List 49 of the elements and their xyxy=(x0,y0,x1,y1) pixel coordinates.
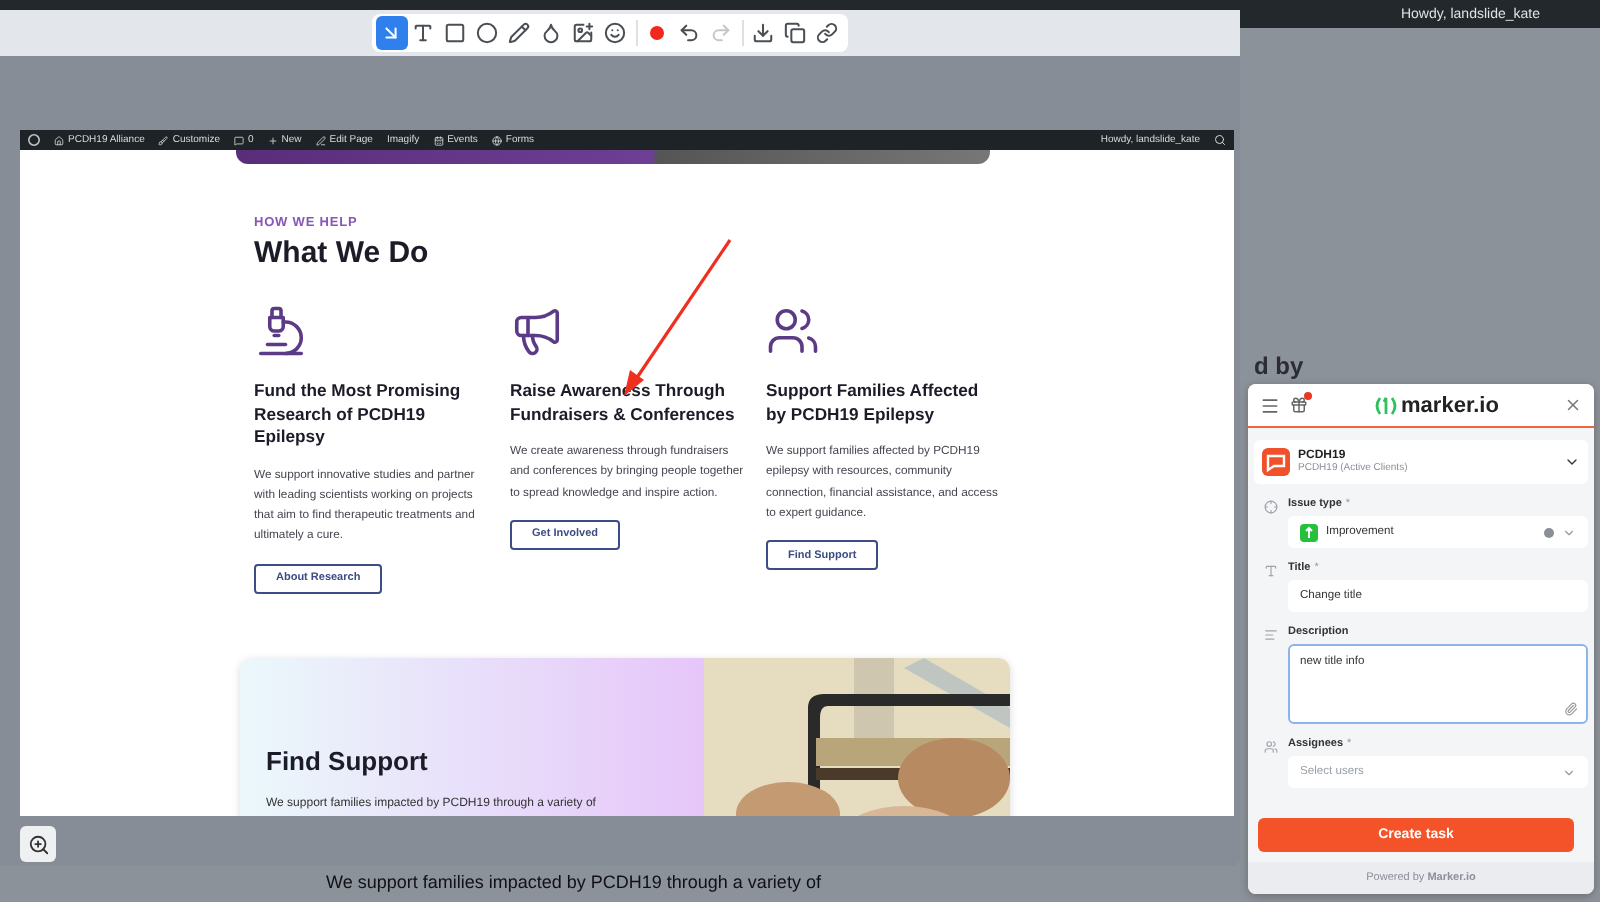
zoom-icon xyxy=(27,833,49,855)
globe-icon xyxy=(491,135,502,145)
plus-icon xyxy=(267,135,278,145)
zoom-button[interactable] xyxy=(20,826,56,862)
people-icon xyxy=(766,304,820,358)
house-icon xyxy=(54,135,64,145)
feature-title: Fund the Most Promising Research of PCDH19 Epilepsy xyxy=(254,380,463,449)
gift-icon[interactable] xyxy=(1290,396,1308,414)
card-heading: Find Support xyxy=(266,745,430,776)
crosshair-icon xyxy=(1264,500,1278,514)
microscope-icon xyxy=(254,304,308,358)
comment-icon xyxy=(233,135,244,145)
link-icon xyxy=(816,22,838,44)
feature-title: Support Families Affected by PCDH19 Epilepsy xyxy=(766,380,981,426)
chevron-icon xyxy=(1562,765,1576,779)
brand-logo: marker.io xyxy=(1373,393,1499,417)
chevron-icon xyxy=(1564,454,1580,470)
pencil-icon xyxy=(508,22,530,44)
brush-icon xyxy=(158,135,169,145)
project-icon xyxy=(1262,448,1290,476)
arrow-tool[interactable] xyxy=(375,16,407,50)
smiley-icon xyxy=(604,22,626,44)
page-heading: d by xyxy=(1254,352,1304,380)
image-icon xyxy=(572,22,594,44)
wordpress-logo[interactable] xyxy=(28,134,40,146)
improvement-icon xyxy=(1300,523,1318,541)
undo-icon xyxy=(678,22,700,44)
section-heading: What We Do xyxy=(254,236,431,270)
page-text: We support families impacted by PCDH19 through a variety of xyxy=(326,872,821,894)
paperclip-icon[interactable] xyxy=(1564,702,1578,716)
dot-icon xyxy=(1544,527,1554,537)
text-icon xyxy=(1264,564,1278,578)
search-icon[interactable] xyxy=(1214,134,1226,146)
circle-icon xyxy=(476,22,498,44)
close-icon[interactable] xyxy=(1563,396,1582,414)
redo-icon xyxy=(710,22,732,44)
copy-icon xyxy=(784,22,806,44)
megaphone-icon xyxy=(510,304,564,358)
drop-icon xyxy=(540,22,562,44)
text-icon xyxy=(412,22,434,44)
menu-icon[interactable] xyxy=(1260,395,1280,415)
chevron-icon xyxy=(1562,525,1576,539)
download-icon xyxy=(752,22,774,44)
pencil-icon xyxy=(315,135,326,145)
square-icon xyxy=(444,22,466,44)
calendar-icon xyxy=(433,135,444,145)
lines-icon xyxy=(1264,628,1278,642)
arrow-icon xyxy=(380,22,402,44)
people-icon xyxy=(1264,740,1278,754)
